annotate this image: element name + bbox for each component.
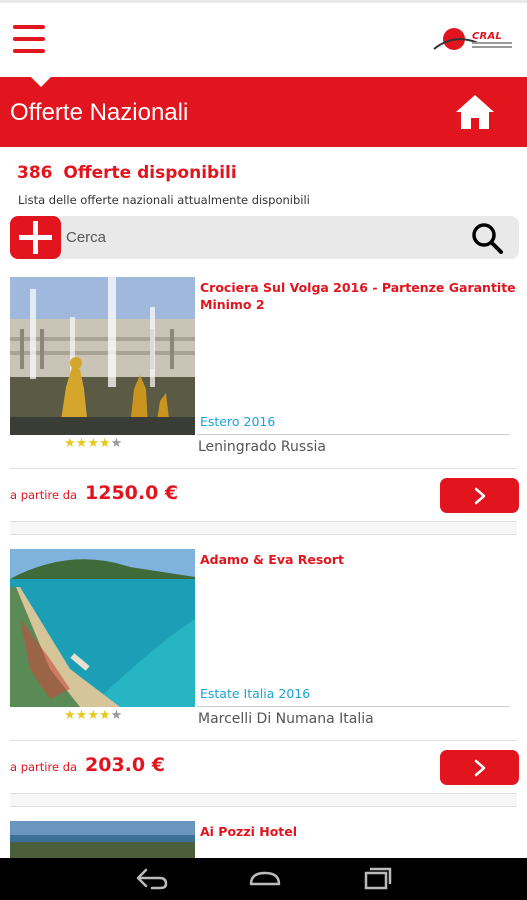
divider bbox=[197, 434, 510, 435]
star-icon: ★ bbox=[98, 708, 111, 723]
offer-card[interactable]: Adamo & Eva Resort Estate Italia 2016 ★ … bbox=[0, 549, 527, 821]
offer-price: 1250.0 € bbox=[85, 482, 179, 504]
offer-category: Estate Italia 2016 bbox=[200, 686, 311, 701]
price-prefix: a partire da bbox=[10, 760, 78, 774]
recent-apps-icon[interactable] bbox=[356, 864, 396, 894]
star-icon: ★ bbox=[98, 436, 111, 451]
logo-text: CRAL bbox=[472, 31, 502, 42]
card-footer bbox=[10, 521, 517, 535]
offer-title[interactable]: Crociera Sul Volga 2016 - Partenze Garan… bbox=[200, 279, 518, 313]
star-icon: ★ bbox=[87, 708, 99, 723]
star-icon: ★ bbox=[75, 708, 88, 723]
add-button[interactable] bbox=[10, 216, 61, 259]
offer-location: Marcelli Di Numana Italia bbox=[198, 711, 374, 727]
offer-image[interactable] bbox=[10, 277, 195, 435]
offer-card[interactable]: Crociera Sul Volga 2016 - Partenze Garan… bbox=[0, 277, 527, 549]
divider bbox=[10, 468, 517, 469]
chevron-right-icon bbox=[474, 759, 486, 777]
offers-count-number: 386 bbox=[17, 163, 53, 183]
offers-count: 386 Offerte disponibili bbox=[17, 163, 237, 183]
rating-stars: ★ ★ ★ ★ ★ bbox=[64, 437, 122, 451]
app-screen: CRAL Offerte Nazionali 386 Offerte dispo… bbox=[0, 0, 527, 900]
offer-card[interactable]: Ai Pozzi Hotel bbox=[0, 821, 527, 858]
offers-description: Lista delle offerte nazionali attualment… bbox=[18, 193, 310, 207]
offer-image[interactable] bbox=[10, 549, 195, 707]
card-footer bbox=[10, 793, 517, 807]
star-icon: ★ bbox=[87, 436, 99, 451]
page-title: Offerte Nazionali bbox=[10, 99, 189, 126]
star-icon: ★ bbox=[64, 436, 76, 451]
home-icon[interactable] bbox=[454, 93, 496, 131]
offers-count-label: Offerte disponibili bbox=[63, 163, 237, 183]
divider bbox=[10, 740, 517, 741]
chevron-right-icon bbox=[474, 487, 486, 505]
search-input[interactable] bbox=[62, 218, 452, 257]
star-icon-empty: ★ bbox=[110, 708, 123, 723]
offer-location: Leningrado Russia bbox=[198, 439, 326, 455]
offer-title[interactable]: Ai Pozzi Hotel bbox=[200, 823, 518, 840]
open-offer-button[interactable] bbox=[440, 478, 519, 513]
star-icon: ★ bbox=[75, 436, 88, 451]
back-icon[interactable] bbox=[132, 864, 172, 894]
offer-price: 203.0 € bbox=[85, 754, 165, 776]
plus-icon-v bbox=[33, 221, 38, 254]
menu-icon[interactable] bbox=[13, 25, 45, 53]
rating-stars: ★ ★ ★ ★ ★ bbox=[64, 709, 122, 723]
offer-category: Estero 2016 bbox=[200, 414, 276, 429]
divider bbox=[197, 706, 510, 707]
open-offer-button[interactable] bbox=[440, 750, 519, 785]
price-prefix: a partire da bbox=[10, 488, 78, 502]
star-icon: ★ bbox=[64, 708, 76, 723]
banner-notch bbox=[30, 76, 52, 87]
offer-image[interactable] bbox=[10, 821, 195, 858]
search-icon[interactable] bbox=[471, 222, 504, 254]
home-nav-icon[interactable] bbox=[245, 864, 285, 894]
star-icon-empty: ★ bbox=[110, 436, 123, 451]
system-nav-bar bbox=[0, 858, 527, 900]
top-bar: CRAL bbox=[0, 0, 527, 77]
offer-title[interactable]: Adamo & Eva Resort bbox=[200, 551, 518, 568]
